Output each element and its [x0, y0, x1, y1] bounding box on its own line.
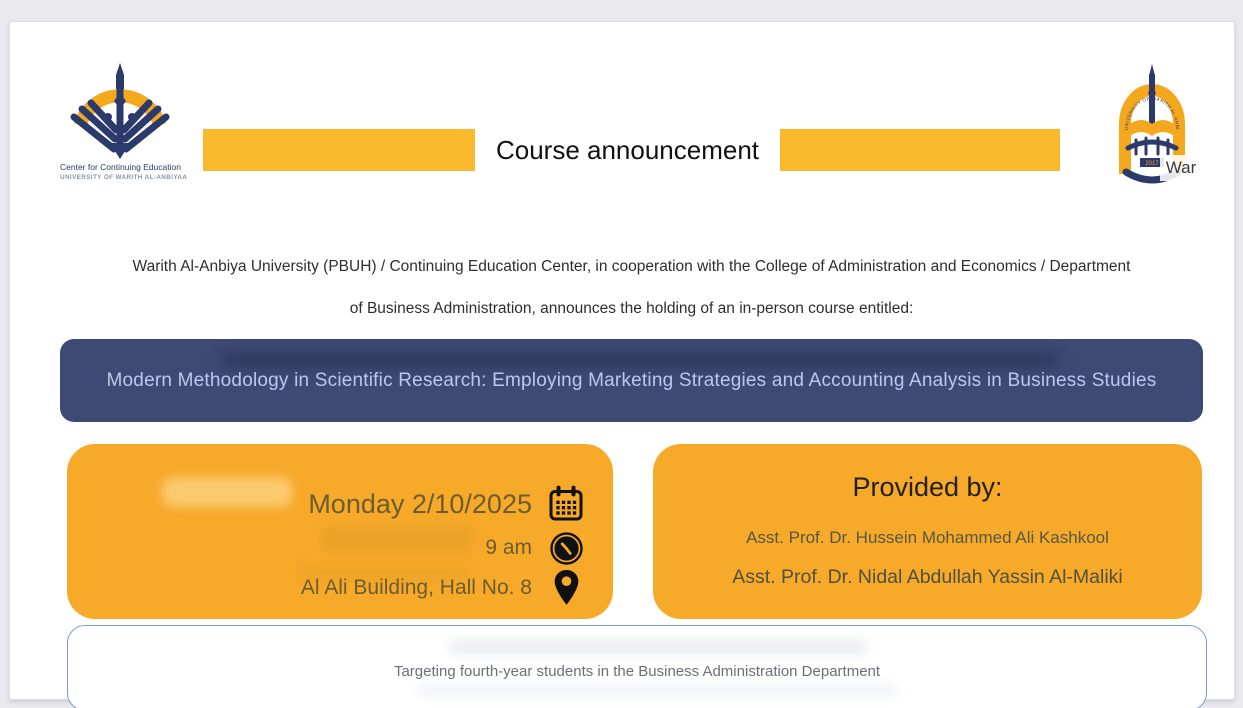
course-title-banner: Modern Methodology in Scientific Researc…: [60, 339, 1203, 422]
schedule-time-row: 9 am: [67, 528, 613, 568]
course-title: Modern Methodology in Scientific Researc…: [107, 370, 1157, 392]
presenter-name: Asst. Prof. Dr. Nidal Abdullah Yassin Al…: [653, 566, 1202, 589]
left-logo-subcaption: UNIVERSITY OF WARITH AL-ANBIYAA: [60, 174, 180, 181]
title-bar-left: [203, 129, 475, 171]
course-time: 9 am: [485, 536, 532, 560]
intro-line-1: Warith Al-Anbiya University (PBUH) / Con…: [10, 246, 1243, 288]
intro-line-2: of Business Administration, announces th…: [10, 288, 1243, 330]
university-emblem-icon: [60, 59, 180, 161]
overlay-label: War: [1160, 155, 1202, 181]
left-logo-caption: Center for Continuing Education: [60, 162, 180, 172]
schedule-card: Monday 2/10/2025 9 am: [67, 444, 613, 619]
schedule-date-row: Monday 2/10/2025: [67, 480, 613, 528]
clock-icon: [546, 530, 586, 567]
course-date: Monday 2/10/2025: [308, 489, 532, 520]
announcement-page: Center for Continuing Education UNIVERSI…: [0, 0, 1243, 708]
presenters-card: Provided by: Asst. Prof. Dr. Hussein Moh…: [653, 444, 1202, 619]
location-pin-icon: [546, 567, 586, 610]
page-title: Course announcement: [475, 129, 780, 171]
ghost-text-artifact: [448, 639, 868, 655]
intro-paragraph: Warith Al-Anbiya University (PBUH) / Con…: [10, 246, 1243, 330]
presenter-name: Asst. Prof. Dr. Hussein Mohammed Ali Kas…: [653, 528, 1202, 548]
course-location: Al Ali Building, Hall No. 8: [301, 576, 532, 600]
ghost-text-artifact: [220, 351, 1060, 369]
calendar-icon: [546, 484, 586, 524]
title-bar-right: [780, 129, 1060, 171]
seal-year-text: 2017: [1145, 161, 1159, 167]
continuing-education-logo: Center for Continuing Education UNIVERSI…: [60, 59, 180, 199]
target-audience-text: Targeting fourth-year students in the Bu…: [68, 663, 1206, 680]
provided-by-heading: Provided by:: [653, 472, 1202, 503]
ghost-text-artifact: [418, 684, 898, 696]
schedule-location-row: Al Ali Building, Hall No. 8: [67, 566, 613, 610]
target-audience-box: Targeting fourth-year students in the Bu…: [67, 625, 1207, 708]
announcement-card: Center for Continuing Education UNIVERSI…: [9, 21, 1235, 700]
